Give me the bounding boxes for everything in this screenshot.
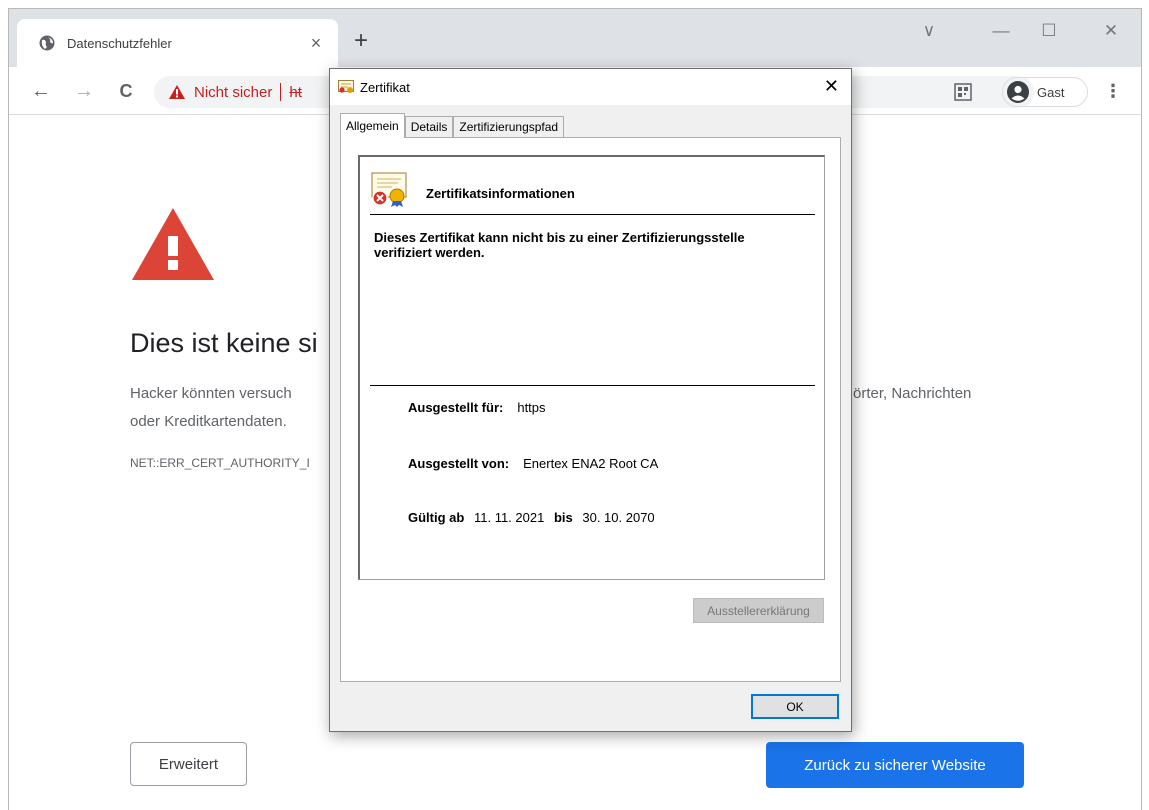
certificate-icon: [338, 80, 354, 93]
issued-to-label: Ausgestellt für:: [408, 400, 504, 415]
divider: [370, 385, 815, 386]
issued-to-row: Ausgestellt für: https: [408, 400, 546, 415]
back-icon[interactable]: ←: [29, 79, 53, 103]
security-indicator[interactable]: Nicht sicher: [168, 84, 272, 101]
issued-by-row: Ausgestellt von: Enertex ENA2 Root CA: [408, 456, 658, 471]
issuer-statement-button[interactable]: Ausstellererklärung: [693, 598, 824, 623]
tab-privacy-error[interactable]: Datenschutzfehler ×: [17, 19, 338, 67]
dialog-close-icon[interactable]: ✕: [824, 76, 839, 97]
paragraph-line1-start: Hacker könnten versuch: [130, 385, 292, 402]
paragraph-line1-end: örter, Nachrichten: [853, 385, 972, 402]
url-text[interactable]: ht: [289, 84, 302, 101]
dialog-title: Zertifikat: [360, 79, 410, 95]
tab-strip: Datenschutzfehler × + ∨ — ☐ ✕: [9, 9, 1141, 67]
certificate-error-icon: [371, 172, 407, 207]
profile-button[interactable]: Gast: [1002, 77, 1088, 107]
close-window-button[interactable]: ✕: [1101, 21, 1121, 41]
valid-to-value: 30. 10. 2070: [582, 510, 655, 525]
certificate-dialog: Zertifikat ✕ Allgemein Details Zertifizi…: [329, 68, 852, 732]
forward-icon[interactable]: →: [72, 79, 96, 103]
page-heading: Dies ist keine si: [130, 328, 318, 358]
tab-close-icon[interactable]: ×: [306, 33, 326, 54]
valid-from-value: 11. 11. 2021: [473, 510, 545, 525]
qr-code-icon[interactable]: [954, 83, 972, 101]
tab-title: Datenschutzfehler: [67, 35, 172, 51]
omnibox-separator: [280, 83, 282, 101]
minimize-button[interactable]: —: [991, 21, 1011, 41]
error-code: NET::ERR_CERT_AUTHORITY_I: [130, 456, 310, 470]
large-warning-icon: [132, 208, 214, 280]
dialog-titlebar[interactable]: Zertifikat ✕: [330, 69, 851, 105]
tab-allgemein[interactable]: Allgemein: [340, 113, 405, 138]
valid-from-label: Gültig ab: [408, 510, 465, 525]
profile-label: Gast: [1037, 84, 1065, 100]
tab-zertifizierungspfad[interactable]: Zertifizierungspfad: [453, 116, 565, 137]
issued-to-value: https: [517, 400, 546, 415]
tab-details[interactable]: Details: [404, 116, 454, 137]
security-label: Nicht sicher: [194, 83, 273, 101]
reload-icon[interactable]: C: [114, 79, 138, 103]
certificate-info-box: Zertifikatsinformationen Dieses Zertifik…: [358, 155, 825, 580]
avatar-icon: [1007, 81, 1029, 103]
globe-icon: [39, 35, 55, 51]
tab-search-icon[interactable]: ∨: [919, 21, 939, 41]
valid-to-label: bis: [553, 510, 573, 525]
certificate-info-title: Zertifikatsinformationen: [426, 186, 575, 201]
dialog-panel: Zertifikatsinformationen Dieses Zertifik…: [340, 137, 841, 682]
advanced-button[interactable]: Erweitert: [130, 742, 247, 786]
verification-message: Dieses Zertifikat kann nicht bis zu eine…: [374, 230, 745, 260]
divider: [370, 214, 815, 215]
ok-button[interactable]: OK: [751, 694, 839, 719]
new-tab-button[interactable]: +: [354, 29, 368, 53]
validity-row: Gültig ab 11. 11. 2021 bis 30. 10. 2070: [408, 510, 655, 525]
issued-by-label: Ausgestellt von:: [408, 456, 510, 471]
back-to-safety-button[interactable]: Zurück zu sicherer Website: [766, 742, 1024, 788]
maximize-button[interactable]: ☐: [1039, 21, 1059, 41]
issued-by-value: Enertex ENA2 Root CA: [523, 456, 659, 471]
menu-icon[interactable]: ⋮: [1104, 81, 1122, 102]
dialog-tabs: Allgemein Details Zertifizierungspfad: [340, 113, 565, 138]
warning-icon: [169, 85, 185, 99]
